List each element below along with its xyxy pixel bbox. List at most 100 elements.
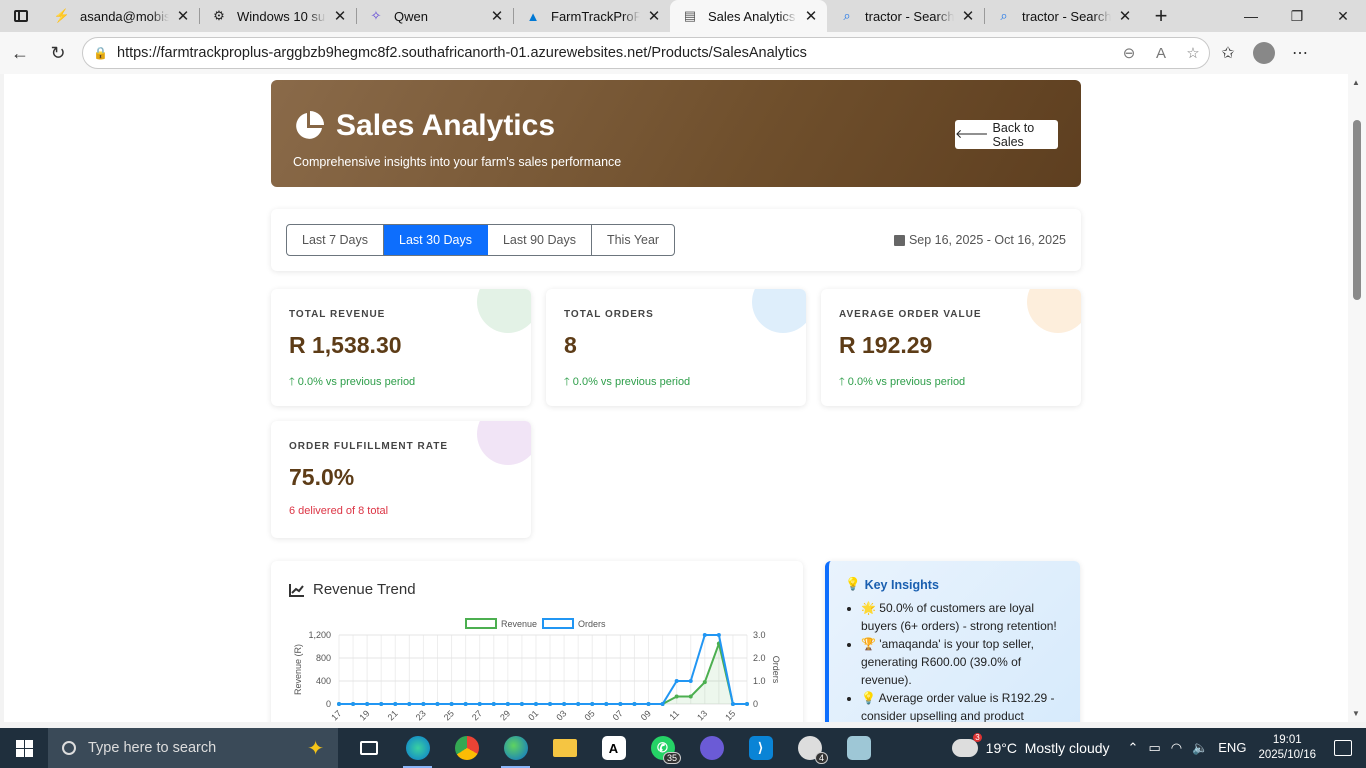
restore-button[interactable]: ❐ <box>1274 0 1320 32</box>
taskbar-mail[interactable]: 4 <box>785 728 834 768</box>
x-tick-label: 13 <box>695 708 709 722</box>
battery-icon[interactable]: ▭ <box>1148 740 1160 756</box>
more-menu-icon[interactable]: ⋯ <box>1282 43 1318 63</box>
trophy-icon: 🏆 <box>861 637 880 651</box>
metric-change-text: 0.0% vs previous period <box>847 376 966 388</box>
data-point-orders <box>379 702 384 706</box>
metric-card: TOTAL REVENUE R 1,538.30 🡑 0.0% vs previou… <box>271 289 531 406</box>
scrollbar-thumb[interactable] <box>1353 120 1361 300</box>
favorites-icon[interactable]: ✩ <box>1210 43 1246 63</box>
browser-tab[interactable]: ⚡ asanda@mobisuite ✕ <box>42 0 199 32</box>
task-view-button[interactable] <box>344 728 393 768</box>
activity-icon: ⚡ <box>53 8 71 23</box>
tab-strip: ⚡ asanda@mobisuite ✕ ⚙ Windows 10 support ✕ ✧ Q… <box>0 0 1366 32</box>
taskbar-app-notes[interactable] <box>834 728 883 768</box>
scroll-down-icon[interactable]: ▼ <box>1352 709 1360 718</box>
profile-avatar[interactable] <box>1253 42 1275 64</box>
new-tab-button[interactable]: + <box>1141 0 1181 32</box>
folder-icon <box>552 739 577 757</box>
address-bar[interactable]: 🔒 https://farmtrackproplus-arggbzb9hegmc… <box>82 37 1210 69</box>
tab-actions-button[interactable] <box>0 0 42 32</box>
site-info-icon[interactable]: 🔒 <box>93 46 109 60</box>
x-tick-label: 25 <box>442 708 456 722</box>
arrow-left-icon: 🡐 <box>955 127 989 141</box>
data-point-orders <box>702 633 707 637</box>
browser-tab[interactable]: ✧ Qwen ✕ <box>356 0 513 32</box>
close-tab-icon[interactable]: ✕ <box>489 7 505 25</box>
data-point-orders <box>576 702 581 706</box>
weather-widget[interactable]: 3 19°C Mostly cloudy <box>951 733 1110 757</box>
chevron-up-icon[interactable]: ⌃ <box>1128 740 1139 756</box>
browser-tab[interactable]: ▲ FarmTrackProPlus ✕ <box>513 0 670 32</box>
taskbar-search-box[interactable]: Type here to search ✦ <box>48 728 338 768</box>
key-insights-title: Key Insights <box>864 577 939 592</box>
wifi-icon[interactable]: ◠ <box>1171 740 1182 756</box>
page-scrollbar[interactable]: ▲ ▼ <box>1348 74 1366 722</box>
browser-tab[interactable]: ⚙ Windows 10 support ✕ <box>199 0 356 32</box>
browser-tab[interactable]: ⌕ tractor - Search Images ✕ <box>984 0 1141 32</box>
taskbar-whatsapp[interactable]: ✆ 35 <box>638 728 687 768</box>
data-point-orders <box>730 702 735 706</box>
metric-value: 75.0% <box>289 464 355 490</box>
close-tab-icon[interactable]: ✕ <box>1117 7 1133 25</box>
clock[interactable]: 19:01 2025/10/16 <box>1258 733 1316 763</box>
x-tick-label: 29 <box>498 708 512 722</box>
insight-text: 50.0% of customers are loyal buyers (6+ … <box>861 601 1057 633</box>
zoom-icon[interactable]: ⊖ <box>1113 44 1145 62</box>
period-filter-button[interactable]: Last 30 Days <box>384 225 488 255</box>
taskbar-app-a[interactable]: A <box>589 728 638 768</box>
y2-tick-label: 1.0 <box>753 676 766 686</box>
browser-tab[interactable]: ▤ Sales Analytics - FarmTrackProPlus ✕ <box>670 0 827 32</box>
close-tab-icon[interactable]: ✕ <box>175 7 191 25</box>
edge-dev-icon <box>405 736 430 760</box>
refresh-button[interactable]: ↻ <box>40 37 76 69</box>
taskbar-edge-dev[interactable] <box>393 728 442 768</box>
taskbar-chrome[interactable] <box>442 728 491 768</box>
close-tab-icon[interactable]: ✕ <box>803 7 819 25</box>
insight-item: 🌟 50.0% of customers are loyal buyers (6… <box>861 599 1071 635</box>
insight-item: 🏆 'amaqanda' is your top seller, generat… <box>861 635 1071 689</box>
y2-tick-label: 2.0 <box>753 653 766 663</box>
x-tick-label: 23 <box>414 708 428 722</box>
taskbar-file-explorer[interactable] <box>540 728 589 768</box>
back-to-sales-button[interactable]: 🡐 Back to Sales <box>955 120 1058 149</box>
whatsapp-badge: 35 <box>662 752 681 764</box>
metric-card: TOTAL ORDERS 8 🡑 0.0% vs previous period <box>546 289 806 406</box>
taskbar-vscode[interactable]: ⟩ <box>736 728 785 768</box>
close-window-button[interactable]: ✕ <box>1320 0 1366 32</box>
close-tab-icon[interactable]: ✕ <box>960 7 976 25</box>
minimize-button[interactable]: — <box>1228 0 1274 32</box>
lightbulb-icon: 💡 <box>861 691 879 705</box>
copilot-icon[interactable] <box>1324 42 1346 64</box>
tab-title: Sales Analytics - FarmTrackProPlus <box>708 8 797 24</box>
metric-change-text: 6 delivered of 8 total <box>289 505 389 517</box>
date-range: Sep 16, 2025 - Oct 16, 2025 <box>893 233 1066 247</box>
period-filter-button[interactable]: Last 90 Days <box>488 225 592 255</box>
taskbar-edge[interactable] <box>491 728 540 768</box>
volume-icon[interactable]: 🔈 <box>1192 740 1208 756</box>
data-point-orders <box>365 702 370 706</box>
period-filter-button[interactable]: This Year <box>592 225 674 255</box>
scroll-up-icon[interactable]: ▲ <box>1352 78 1360 87</box>
data-point-orders <box>745 702 749 706</box>
search-icon <box>62 741 76 755</box>
tab-title: Qwen <box>394 8 428 24</box>
language-indicator[interactable]: ENG <box>1218 740 1246 756</box>
notification-center-icon[interactable] <box>1334 740 1352 756</box>
back-button[interactable]: ← <box>2 37 38 69</box>
decorative-circle <box>752 289 806 333</box>
start-button[interactable] <box>0 739 48 757</box>
legend-swatch <box>542 618 574 629</box>
data-point-orders <box>463 702 468 706</box>
favorite-star-icon[interactable]: ☆ <box>1177 44 1209 62</box>
sparkle-icon: 🌟 <box>861 601 880 615</box>
bing-search-icon: ⌕ <box>843 8 851 23</box>
taskbar-app-wave[interactable] <box>687 728 736 768</box>
read-aloud-icon[interactable]: A <box>1145 45 1177 62</box>
close-tab-icon[interactable]: ✕ <box>646 7 662 25</box>
browser-tab[interactable]: ⌕ tractor - Search ✕ <box>827 0 984 32</box>
period-filter-button[interactable]: Last 7 Days <box>287 225 385 255</box>
x-tick-label: 17 <box>329 708 343 722</box>
tab-title: asanda@mobisuite <box>80 8 169 24</box>
close-tab-icon[interactable]: ✕ <box>332 7 348 25</box>
